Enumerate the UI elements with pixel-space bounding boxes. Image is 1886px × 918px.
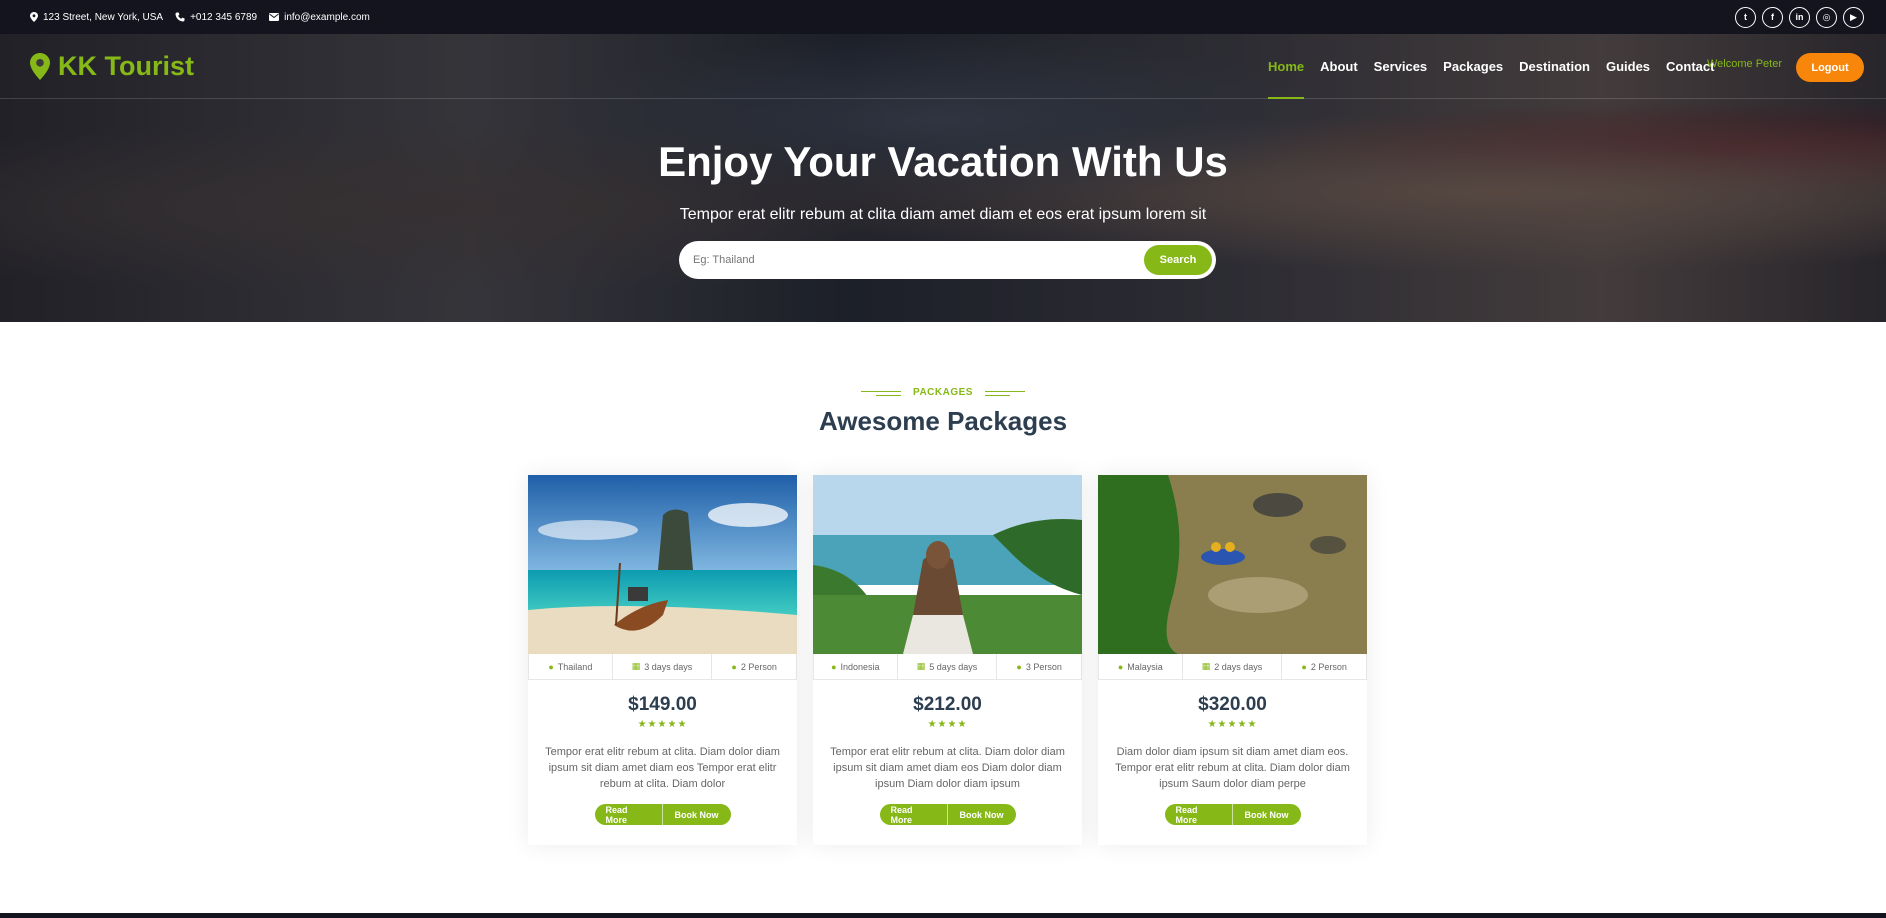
package-meta: ● Thailand ▦ 3 days days ● 2 Person	[528, 654, 797, 680]
brand-logo[interactable]: KK Tourist	[30, 51, 194, 82]
read-more-button[interactable]: Read More	[594, 804, 663, 825]
package-duration: ▦ 3 days days	[613, 654, 713, 679]
map-marker-icon: ●	[831, 661, 837, 672]
package-actions: Read More Book Now	[528, 804, 797, 825]
nav-item-services[interactable]: Services	[1374, 34, 1428, 99]
package-description: Tempor erat elitr rebum at clita. Diam d…	[545, 746, 780, 790]
youtube-icon[interactable]: ▶	[1843, 6, 1864, 28]
package-persons: ● 2 Person	[1282, 654, 1367, 679]
persons-text: 2 Person	[1310, 661, 1347, 672]
social-links: t f in ◎ ▶	[1735, 6, 1864, 28]
welcome-text: Welcome Peter	[1707, 58, 1782, 70]
tag-decoration-left	[861, 388, 902, 398]
map-marker-icon	[30, 52, 50, 80]
duration-text: 2 days days	[1214, 661, 1263, 672]
package-meta: ● Indonesia ▦ 5 days days ● 3 Person	[813, 654, 1082, 680]
search-box: Search	[679, 241, 1216, 279]
nav-item-about[interactable]: About	[1320, 34, 1358, 99]
read-more-button[interactable]: Read More	[879, 804, 948, 825]
package-price: $320.00	[1198, 694, 1267, 715]
user-icon: ●	[1301, 661, 1307, 672]
address-info: 123 Street, New York, USA	[30, 12, 163, 23]
package-card: ● Malaysia ▦ 2 days days ● 2 Person $320.00…	[1098, 475, 1367, 845]
search-input[interactable]	[693, 241, 1093, 279]
package-location: ● Thailand	[529, 654, 613, 679]
hero-subtitle: Tempor erat elitr rebum at clita diam am…	[679, 206, 1207, 223]
user-icon: ●	[731, 661, 737, 672]
package-persons: ● 2 Person	[712, 654, 797, 679]
user-icon: ●	[1016, 661, 1022, 672]
location-text: Thailand	[557, 661, 593, 672]
package-duration: ▦ 2 days days	[1183, 654, 1283, 679]
twitter-icon[interactable]: t	[1735, 6, 1756, 28]
phone-info: +012 345 6789	[175, 12, 257, 23]
envelope-icon	[269, 13, 280, 21]
email-text: info@example.com	[284, 11, 370, 23]
main-menu: Home About Services Packages Destination…	[1268, 34, 1714, 99]
map-marker-icon: ●	[1117, 661, 1124, 672]
package-image	[1098, 475, 1367, 654]
location-text: Malaysia	[1127, 661, 1163, 672]
phone-icon	[175, 12, 185, 22]
package-actions: Read More Book Now	[813, 804, 1082, 825]
hero-section: KK Tourist Home About Services Packages …	[0, 34, 1886, 322]
address-text: 123 Street, New York, USA	[43, 11, 164, 23]
logout-button[interactable]: Logout	[1796, 53, 1864, 82]
email-info: info@example.com	[269, 12, 370, 23]
section-title: Awesome Packages	[818, 406, 1068, 436]
read-more-button[interactable]: Read More	[1164, 804, 1233, 825]
package-card: ● Thailand ▦ 3 days days ● 2 Person $149.00…	[528, 475, 797, 845]
package-location: ● Indonesia	[814, 654, 898, 679]
map-marker-icon	[30, 12, 38, 22]
nav-item-guides[interactable]: Guides	[1606, 34, 1650, 99]
rating-stars: ★★★★★	[1207, 719, 1258, 730]
persons-text: 2 Person	[740, 661, 777, 672]
duration-text: 5 days days	[929, 661, 978, 672]
package-persons: ● 3 Person	[997, 654, 1082, 679]
package-meta: ● Malaysia ▦ 2 days days ● 2 Person	[1098, 654, 1367, 680]
section-tag-text: PACKAGES	[913, 387, 973, 398]
package-description: Tempor erat elitr rebum at clita. Diam d…	[830, 746, 1065, 790]
calendar-icon: ▦	[631, 661, 641, 671]
brand-name: KK Tourist	[58, 50, 194, 81]
book-now-button[interactable]: Book Now	[662, 804, 731, 825]
calendar-icon: ▦	[1201, 661, 1211, 671]
package-image	[528, 475, 797, 654]
top-bar: 123 Street, New York, USA +012 345 6789 …	[0, 0, 1886, 34]
package-duration: ▦ 5 days days	[898, 654, 998, 679]
nav-item-packages[interactable]: Packages	[1443, 34, 1503, 99]
duration-text: 3 days days	[644, 661, 693, 672]
package-image	[813, 475, 1082, 654]
page: 123 Street, New York, USA +012 345 6789 …	[0, 0, 1886, 918]
navbar: KK Tourist Home About Services Packages …	[0, 34, 1886, 99]
contact-info: 123 Street, New York, USA +012 345 6789 …	[30, 12, 370, 23]
map-marker-icon: ●	[548, 661, 554, 672]
package-price: $212.00	[913, 694, 982, 715]
package-card: ● Indonesia ▦ 5 days days ● 3 Person $212.0…	[813, 475, 1082, 845]
hero-title: Enjoy Your Vacation With Us	[658, 138, 1228, 185]
rating-stars: ★★★★★	[637, 719, 688, 730]
calendar-icon: ▦	[916, 661, 926, 671]
rating-stars: ★★★★	[927, 719, 968, 730]
search-button[interactable]: Search	[1144, 245, 1212, 275]
book-now-button[interactable]: Book Now	[1232, 804, 1301, 825]
footer-edge	[0, 913, 1886, 918]
section-tag: PACKAGES	[0, 387, 1886, 398]
instagram-icon[interactable]: ◎	[1816, 6, 1837, 28]
persons-text: 3 Person	[1025, 661, 1062, 672]
phone-text: +012 345 6789	[190, 11, 258, 23]
package-location: ● Malaysia	[1099, 654, 1183, 679]
package-actions: Read More Book Now	[1098, 804, 1367, 825]
tag-decoration-right	[984, 388, 1025, 398]
package-description: Diam dolor diam ipsum sit diam amet diam…	[1115, 746, 1350, 790]
package-price: $149.00	[628, 694, 697, 715]
nav-item-destination[interactable]: Destination	[1519, 34, 1590, 99]
location-text: Indonesia	[840, 661, 880, 672]
nav-item-home[interactable]: Home	[1268, 34, 1305, 99]
book-now-button[interactable]: Book Now	[947, 804, 1016, 825]
facebook-icon[interactable]: f	[1762, 6, 1783, 28]
linkedin-icon[interactable]: in	[1789, 6, 1810, 28]
